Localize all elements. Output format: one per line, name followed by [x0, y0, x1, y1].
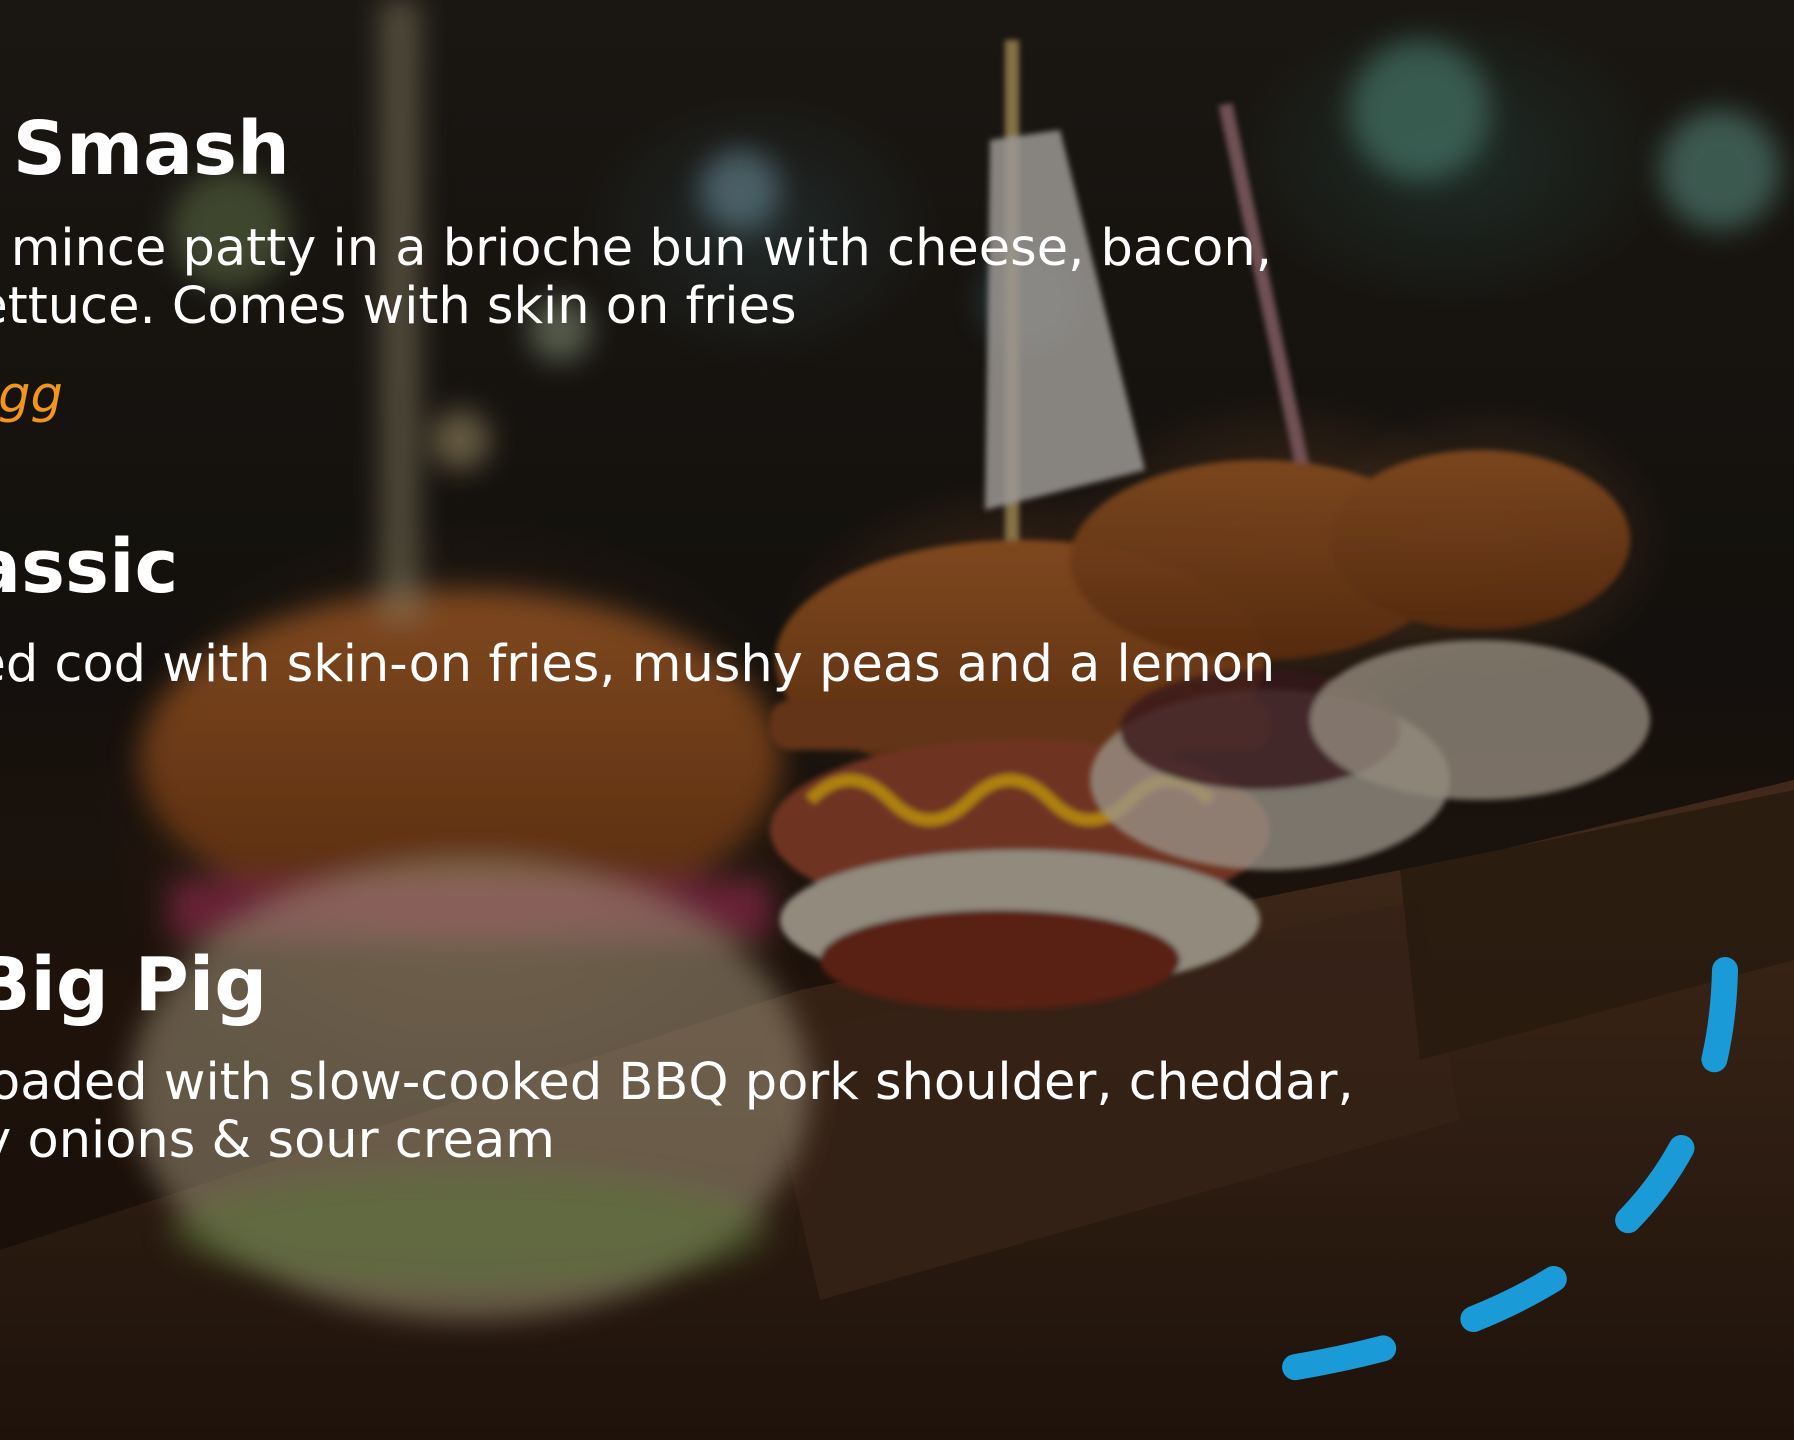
menu-slide: Classic Smash Steak mince patty in a bri… [0, 0, 1794, 1440]
item-add-on: Add Egg [0, 366, 63, 425]
item-title: Classic Smash [0, 106, 290, 192]
item-description: Bun loaded with slow-cooked BBQ pork sho… [0, 1053, 1354, 1170]
dashed-arc-decoration-icon [1277, 957, 1738, 1381]
item-description: Battered cod with skin-on fries, mushy p… [0, 635, 1276, 694]
item-title: The Big Pig [0, 942, 268, 1028]
item-title: Fish Classic [0, 524, 179, 610]
item-description: Steak mince patty in a brioche bun with … [0, 219, 1272, 336]
